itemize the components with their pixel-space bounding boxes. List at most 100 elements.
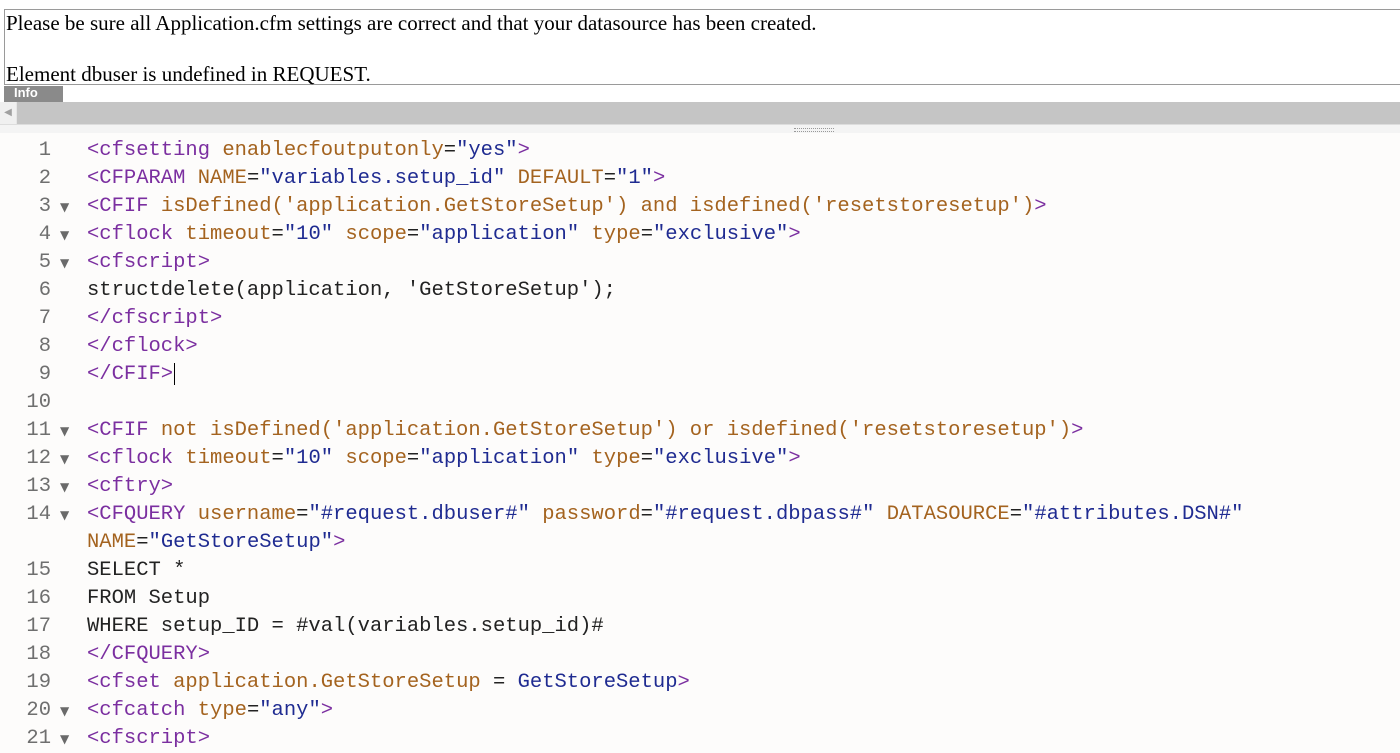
code-line[interactable]: 15 SELECT *	[0, 557, 1400, 585]
code-token: >	[1034, 195, 1047, 218]
code-text: <cftry>	[87, 473, 173, 501]
code-text: </CFIF>	[87, 361, 176, 389]
code-token: "#request.dbuser#"	[308, 503, 530, 526]
line-number: 15	[26, 559, 51, 582]
code-token: >	[677, 671, 690, 694]
code-token: type	[197, 699, 247, 722]
line-number: 13	[26, 475, 51, 498]
code-text: <CFIF isDefined('application.GetStoreSet…	[87, 193, 1047, 221]
code-token: >	[788, 447, 801, 470]
code-line[interactable]: 1 <cfsetting enablecfoutputonly="yes">	[0, 137, 1400, 165]
code-token: password	[542, 503, 641, 526]
code-text: <cflock timeout="10" scope="application"…	[87, 221, 801, 249]
code-line[interactable]: 6 structdelete(application, 'GetStoreSetu…	[0, 277, 1400, 305]
code-token: timeout	[185, 223, 272, 246]
code-line[interactable]: 5 ▼ <cfscript>	[0, 249, 1400, 277]
code-line[interactable]: 19 <cfset application.GetStoreSetup = Get…	[0, 669, 1400, 697]
code-token: </cfscript>	[87, 307, 223, 330]
code-token: <CFQUERY	[87, 503, 198, 526]
code-token: "application"	[419, 447, 580, 470]
code-token: </CFQUERY>	[87, 643, 211, 666]
code-token: <CFIF	[87, 195, 161, 218]
code-token: <cfset	[87, 671, 174, 694]
line-number: 20	[26, 699, 51, 722]
code-token: "1"	[616, 167, 653, 190]
line-number: 12	[26, 447, 51, 470]
code-line[interactable]: 3 ▼ <CFIF isDefined('application.GetStoreS…	[0, 193, 1400, 221]
fold-triangle-icon[interactable]: ▼	[60, 249, 69, 277]
fold-triangle-icon[interactable]: ▼	[60, 417, 69, 445]
line-number: 5	[38, 251, 51, 274]
code-line[interactable]: 9 </CFIF>	[0, 361, 1400, 389]
code-line[interactable]: 16 FROM Setup	[0, 585, 1400, 613]
code-editor[interactable]: 1 <cfsetting enablecfoutputonly="yes"> 2 <C…	[0, 133, 1400, 753]
splitter-grip-icon[interactable]	[794, 128, 834, 132]
code-token: =	[480, 671, 518, 694]
code-token: <CFPARAM	[87, 167, 198, 190]
fold-triangle-icon[interactable]: ▼	[60, 193, 69, 221]
scrollbar-thumb[interactable]	[17, 102, 1400, 124]
code-token: NAME	[87, 531, 137, 554]
code-text: FROM Setup	[87, 585, 210, 613]
fold-triangle-icon[interactable]: ▼	[60, 725, 69, 753]
scroll-left-arrow-icon[interactable]: ◀	[0, 102, 16, 124]
code-token: scope	[345, 447, 407, 470]
pane-splitter[interactable]	[0, 124, 1400, 133]
code-token: "GetStoreSetup"	[148, 531, 334, 554]
code-line[interactable]: 10	[0, 389, 1400, 417]
code-text: NAME="GetStoreSetup">	[87, 529, 345, 557]
code-token: <cflock	[87, 223, 186, 246]
code-token: =	[406, 447, 420, 470]
code-token: "10"	[283, 447, 334, 470]
code-text: <cfset application.GetStoreSetup = GetSt…	[87, 669, 690, 697]
code-token: isDefined('application.GetStoreSetup') a…	[160, 195, 1035, 218]
fold-triangle-icon[interactable]: ▼	[60, 473, 69, 501]
code-line[interactable]: 17 WHERE setup_ID = #val(variables.setup_…	[0, 613, 1400, 641]
line-number: 6	[38, 279, 51, 302]
code-token: timeout	[185, 447, 272, 470]
code-token: >	[320, 699, 334, 722]
line-number: 19	[26, 671, 51, 694]
code-token: DEFAULT	[517, 167, 604, 190]
code-line[interactable]: NAME="GetStoreSetup">	[0, 529, 1400, 557]
code-line[interactable]: 2 <CFPARAM NAME="variables.setup_id" DEFA…	[0, 165, 1400, 193]
code-line[interactable]: 21 ▼ <cfscript>	[0, 725, 1400, 753]
code-line[interactable]: 8 </cflock>	[0, 333, 1400, 361]
code-token: not isDefined('application.GetStoreSetup…	[160, 419, 1072, 442]
line-number: 4	[38, 223, 51, 246]
code-line[interactable]: 7 </cfscript>	[0, 305, 1400, 333]
line-number: 14	[26, 503, 51, 526]
code-line[interactable]: 12 ▼ <cflock timeout="10" scope="applicati…	[0, 445, 1400, 473]
code-token: "exclusive"	[653, 223, 789, 246]
code-line[interactable]: 13 ▼ <cftry>	[0, 473, 1400, 501]
code-line[interactable]: 4 ▼ <cflock timeout="10" scope="applicatio…	[0, 221, 1400, 249]
info-tab[interactable]: Info	[4, 86, 63, 102]
code-token: <cfsetting	[87, 139, 223, 162]
text-caret	[174, 362, 176, 385]
code-token: </cflock>	[87, 335, 198, 358]
code-text: WHERE setup_ID = #val(variables.setup_id…	[87, 613, 604, 641]
code-line[interactable]: 11 ▼ <CFIF not isDefined('application.GetS…	[0, 417, 1400, 445]
fold-triangle-icon[interactable]: ▼	[60, 697, 69, 725]
code-text: </cfscript>	[87, 305, 222, 333]
code-token: "application"	[419, 223, 580, 246]
code-token: <cfscript>	[87, 727, 211, 750]
code-token: >	[517, 139, 530, 162]
code-token: <cfcatch	[87, 699, 198, 722]
fold-triangle-icon[interactable]: ▼	[60, 221, 69, 249]
code-token: >	[1071, 419, 1084, 442]
horizontal-scrollbar[interactable]: ◀	[0, 102, 1400, 124]
code-line[interactable]: 14 ▼ <CFQUERY username="#request.dbuser#" …	[0, 501, 1400, 529]
code-text: <CFPARAM NAME="variables.setup_id" DEFAU…	[87, 165, 665, 193]
code-line[interactable]: 20 ▼ <cfcatch type="any">	[0, 697, 1400, 725]
code-token: type	[591, 223, 641, 246]
code-token: =	[406, 223, 420, 246]
code-token: NAME	[197, 167, 247, 190]
code-text: </CFQUERY>	[87, 641, 210, 669]
fold-triangle-icon[interactable]: ▼	[60, 501, 69, 529]
fold-triangle-icon[interactable]: ▼	[60, 445, 69, 473]
code-token: "exclusive"	[653, 447, 789, 470]
code-line[interactable]: 18 </CFQUERY>	[0, 641, 1400, 669]
line-number: 2	[38, 167, 51, 190]
